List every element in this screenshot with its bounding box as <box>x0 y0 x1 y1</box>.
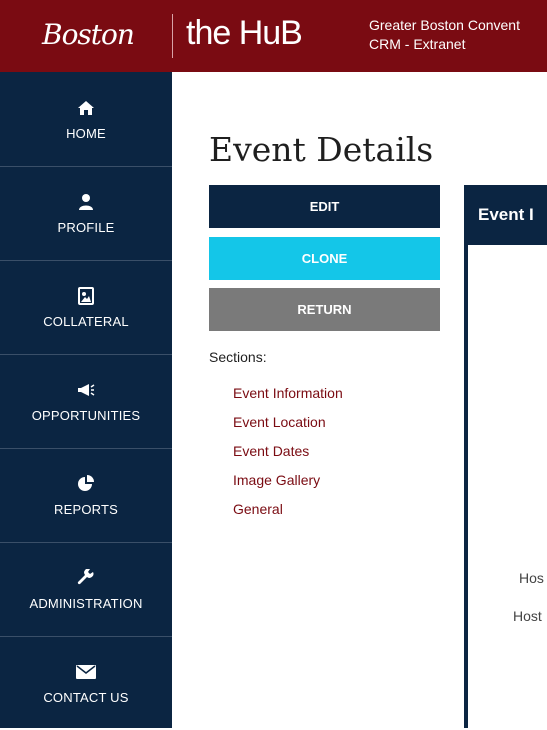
sidebar-item-reports[interactable]: REPORTS <box>0 448 172 543</box>
panel-header: Event I <box>464 185 547 245</box>
section-link-event-information[interactable]: Event Information <box>233 385 343 401</box>
sidebar-item-home[interactable]: HOME <box>0 72 172 167</box>
sidebar-item-profile[interactable]: PROFILE <box>0 166 172 261</box>
top-header: Boston the HuB Greater Boston Convent CR… <box>0 0 547 72</box>
section-link-general[interactable]: General <box>233 501 283 517</box>
event-info-panel <box>464 185 547 728</box>
section-link-event-location[interactable]: Event Location <box>233 414 326 430</box>
sidebar-item-label: PROFILE <box>57 219 115 235</box>
sidebar-item-label: CONTACT US <box>43 689 129 705</box>
panel-field-label: Hos <box>519 570 544 586</box>
panel-title: Event I <box>478 205 534 224</box>
wrench-icon <box>76 568 96 588</box>
header-subtitle-line2: CRM - Extranet <box>369 36 466 52</box>
boston-logo[interactable]: Boston <box>42 18 135 51</box>
sidebar-item-collateral[interactable]: COLLATERAL <box>0 260 172 355</box>
sidebar-nav: HOME PROFILE COLLATERAL OPPORTUNITIES RE… <box>0 72 172 728</box>
page-title: Event Details <box>209 130 434 169</box>
panel-field-label: Host <box>513 608 542 624</box>
sidebar-item-label: COLLATERAL <box>43 313 129 329</box>
sidebar-item-label: OPPORTUNITIES <box>31 407 141 423</box>
logo-divider <box>172 14 173 58</box>
edit-button[interactable]: EDIT <box>209 185 440 228</box>
sections-label: Sections: <box>209 349 267 365</box>
section-link-image-gallery[interactable]: Image Gallery <box>233 472 320 488</box>
megaphone-icon <box>76 380 96 400</box>
envelope-icon <box>76 662 96 682</box>
image-icon <box>76 286 96 306</box>
sidebar-item-label: HOME <box>66 125 106 141</box>
pie-chart-icon <box>76 474 96 494</box>
sidebar-item-label: REPORTS <box>53 501 118 517</box>
sidebar-item-label: ADMINISTRATION <box>29 595 143 611</box>
header-subtitle: Greater Boston Convent CRM - Extranet <box>369 16 520 54</box>
section-link-event-dates[interactable]: Event Dates <box>233 443 309 459</box>
the-hub-logo[interactable]: the HuB <box>186 14 303 53</box>
sidebar-item-opportunities[interactable]: OPPORTUNITIES <box>0 354 172 449</box>
home-icon <box>76 98 96 118</box>
return-button[interactable]: RETURN <box>209 288 440 331</box>
sidebar-item-contact-us[interactable]: CONTACT US <box>0 636 172 730</box>
user-icon <box>76 192 96 212</box>
clone-button[interactable]: CLONE <box>209 237 440 280</box>
sidebar-item-administration[interactable]: ADMINISTRATION <box>0 542 172 637</box>
header-subtitle-line1: Greater Boston Convent <box>369 17 520 33</box>
